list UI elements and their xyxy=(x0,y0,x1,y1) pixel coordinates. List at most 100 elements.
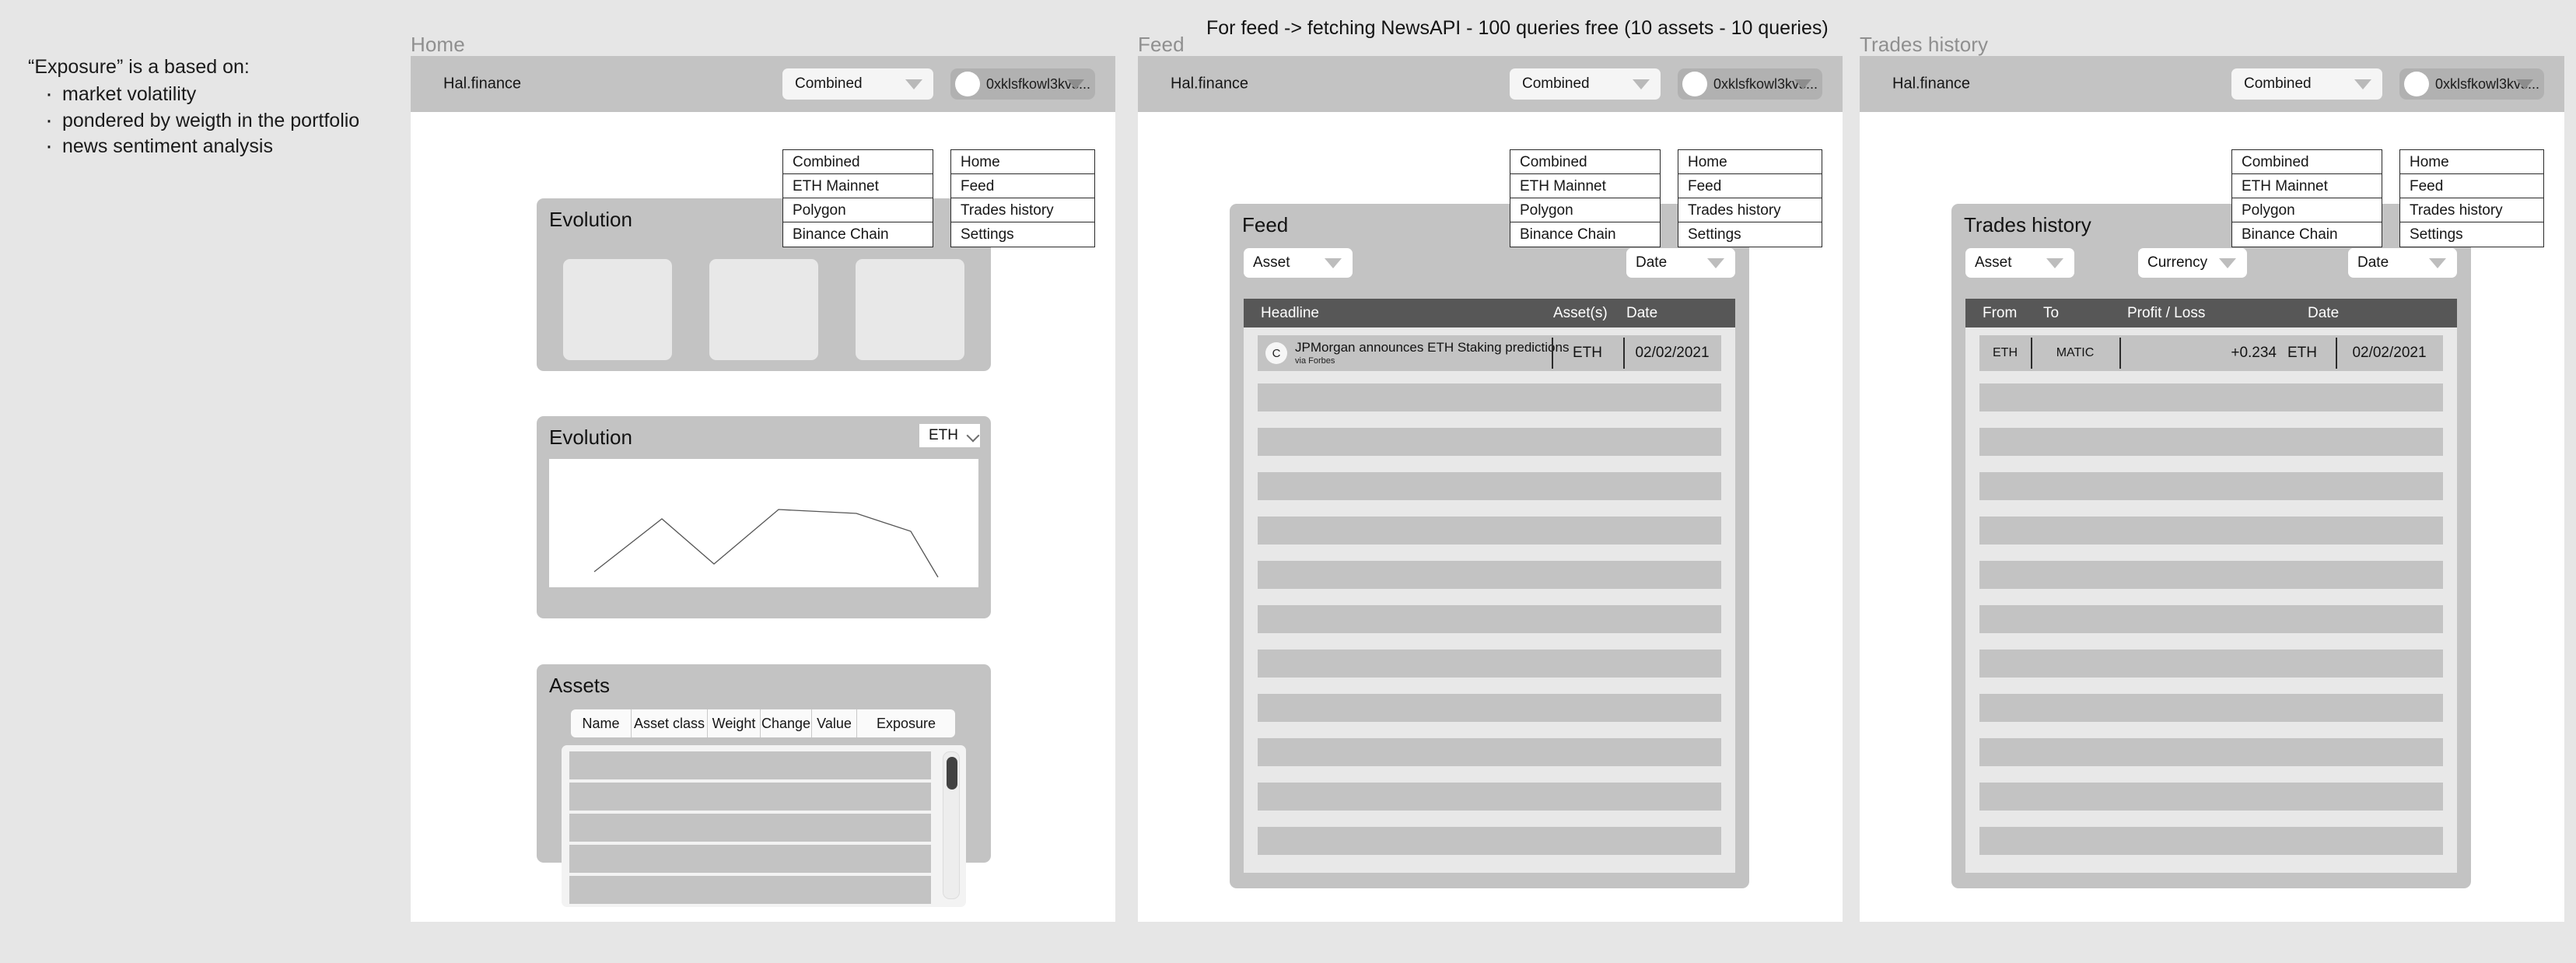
feed-row-source: via Forbes xyxy=(1295,355,1335,366)
network-menu-item-eth-mainnet[interactable]: ETH Mainnet xyxy=(1510,174,1660,198)
account-menu-item-trades-history[interactable]: Trades history xyxy=(2400,198,2543,222)
trades-filter-currency-value: Currency xyxy=(2147,254,2208,271)
trades-filter-date[interactable]: Date xyxy=(2348,248,2457,278)
feed-row-placeholder[interactable] xyxy=(1258,605,1721,633)
trades-row-placeholder[interactable] xyxy=(1979,428,2443,456)
feed-table-header: Headline Asset(s) Date xyxy=(1244,299,1735,327)
evolution-tile[interactable] xyxy=(709,259,818,360)
account-menu-item-settings[interactable]: Settings xyxy=(1678,222,1822,247)
evolution-chart-card: Evolution ETH xyxy=(537,416,991,618)
evolution-tile[interactable] xyxy=(563,259,672,360)
trades-filter-asset[interactable]: Asset xyxy=(1965,248,2074,278)
assets-row[interactable] xyxy=(569,845,931,873)
feed-filter-asset[interactable]: Asset xyxy=(1244,248,1353,278)
newsapi-annotation: For feed -> fetching NewsAPI - 100 queri… xyxy=(1206,17,1829,39)
trades-row-placeholder[interactable] xyxy=(1979,472,2443,500)
account-menu-item-trades-history[interactable]: Trades history xyxy=(951,198,1094,222)
assets-scrollbar-track[interactable] xyxy=(943,751,960,899)
feed-row-placeholder[interactable] xyxy=(1258,738,1721,766)
feed-row-placeholder[interactable] xyxy=(1258,561,1721,589)
chart-asset-select[interactable]: ETH xyxy=(919,424,980,447)
screen-feed: Hal.finance Combined 0xklsfkowl3kvs... C… xyxy=(1138,56,1843,922)
feed-table-body: C JPMorgan announces ETH Staking predict… xyxy=(1244,327,1735,873)
network-menu-item-eth-mainnet[interactable]: ETH Mainnet xyxy=(783,174,933,198)
trades-col-to: To xyxy=(2043,304,2060,321)
feed-row-placeholder[interactable] xyxy=(1258,472,1721,500)
network-menu-item-binance-chain[interactable]: Binance Chain xyxy=(783,222,933,247)
assets-row[interactable] xyxy=(569,783,931,811)
feed-row-placeholder[interactable] xyxy=(1258,694,1721,722)
network-menu-home[interactable]: Combined ETH Mainnet Polygon Binance Cha… xyxy=(782,149,933,247)
account-menu-item-feed[interactable]: Feed xyxy=(1678,174,1822,198)
assets-scrollbar-thumb[interactable] xyxy=(947,757,957,790)
feed-row-placeholder[interactable] xyxy=(1258,783,1721,811)
chevron-down-icon xyxy=(2046,258,2063,268)
assets-row[interactable] xyxy=(569,814,931,842)
account-menu-item-settings[interactable]: Settings xyxy=(951,222,1094,247)
network-select-home[interactable]: Combined xyxy=(782,68,933,100)
account-menu-item-home[interactable]: Home xyxy=(1678,150,1822,174)
chevron-down-icon xyxy=(2219,258,2236,268)
assets-row[interactable] xyxy=(569,751,931,779)
feed-row-placeholder[interactable] xyxy=(1258,827,1721,855)
account-menu-item-settings[interactable]: Settings xyxy=(2400,222,2543,247)
trades-row-placeholder[interactable] xyxy=(1979,738,2443,766)
trades-card-title: Trades history xyxy=(1964,213,2091,236)
account-menu-item-feed[interactable]: Feed xyxy=(2400,174,2543,198)
network-menu-feed[interactable]: Combined ETH Mainnet Polygon Binance Cha… xyxy=(1510,149,1661,247)
trades-table-header: From To Profit / Loss Date xyxy=(1965,299,2457,327)
account-menu-item-trades-history[interactable]: Trades history xyxy=(1678,198,1822,222)
network-select-value: Combined xyxy=(795,75,863,92)
brand-label: Hal.finance xyxy=(443,75,522,93)
assets-scroll-area[interactable] xyxy=(562,745,966,907)
feed-filter-date[interactable]: Date xyxy=(1626,248,1735,278)
account-menu-item-home[interactable]: Home xyxy=(2400,150,2543,174)
assets-row[interactable] xyxy=(569,876,931,904)
account-menu-home[interactable]: Home Feed Trades history Settings xyxy=(950,149,1095,247)
assets-col-value: Value xyxy=(812,709,857,737)
network-select-value: Combined xyxy=(2244,75,2312,92)
trades-row-placeholder[interactable] xyxy=(1979,694,2443,722)
network-menu-trades[interactable]: Combined ETH Mainnet Polygon Binance Cha… xyxy=(2231,149,2382,247)
chevron-down-icon xyxy=(1633,79,1650,89)
feed-row-headline: JPMorgan announces ETH Staking predictio… xyxy=(1295,340,1570,355)
account-select-feed[interactable]: 0xklsfkowl3kvs... xyxy=(1678,68,1822,100)
network-menu-item-eth-mainnet[interactable]: ETH Mainnet xyxy=(2232,174,2382,198)
feed-row-placeholder[interactable] xyxy=(1258,428,1721,456)
trades-row-pl-currency: ETH xyxy=(2287,345,2317,361)
trades-row-placeholder[interactable] xyxy=(1979,605,2443,633)
account-select-home[interactable]: 0xklsfkowl3kvs... xyxy=(950,68,1095,100)
network-menu-item-polygon[interactable]: Polygon xyxy=(783,198,933,222)
trades-row-placeholder[interactable] xyxy=(1979,783,2443,811)
network-menu-item-combined[interactable]: Combined xyxy=(783,150,933,174)
network-menu-item-combined[interactable]: Combined xyxy=(1510,150,1660,174)
account-menu-feed[interactable]: Home Feed Trades history Settings xyxy=(1678,149,1822,247)
feed-row-placeholder[interactable] xyxy=(1258,517,1721,545)
account-menu-item-feed[interactable]: Feed xyxy=(951,174,1094,198)
trades-row-placeholder[interactable] xyxy=(1979,650,2443,678)
account-menu-trades[interactable]: Home Feed Trades history Settings xyxy=(2399,149,2544,247)
account-menu-item-home[interactable]: Home xyxy=(951,150,1094,174)
assets-col-weight: Weight xyxy=(708,709,761,737)
trades-filter-currency[interactable]: Currency xyxy=(2138,248,2247,278)
trades-row-placeholder[interactable] xyxy=(1979,561,2443,589)
network-menu-item-binance-chain[interactable]: Binance Chain xyxy=(2232,222,2382,247)
network-menu-item-combined[interactable]: Combined xyxy=(2232,150,2382,174)
network-menu-item-binance-chain[interactable]: Binance Chain xyxy=(1510,222,1660,247)
feed-row-placeholder[interactable] xyxy=(1258,650,1721,678)
network-menu-item-polygon[interactable]: Polygon xyxy=(1510,198,1660,222)
trades-filter-asset-value: Asset xyxy=(1975,254,2012,271)
feed-row[interactable]: C JPMorgan announces ETH Staking predict… xyxy=(1258,335,1721,371)
exposure-annotation-item: news sentiment analysis xyxy=(28,131,362,162)
network-menu-item-polygon[interactable]: Polygon xyxy=(2232,198,2382,222)
trades-row[interactable]: ETH MATIC +0.234 ETH 02/02/2021 xyxy=(1979,335,2443,371)
network-select-feed[interactable]: Combined xyxy=(1510,68,1661,100)
account-select-trades[interactable]: 0xklsfkowl3kvs... xyxy=(2399,68,2544,100)
network-select-trades[interactable]: Combined xyxy=(2231,68,2382,100)
evolution-tile[interactable] xyxy=(856,259,964,360)
trades-row-placeholder[interactable] xyxy=(1979,383,2443,411)
trades-row-placeholder[interactable] xyxy=(1979,517,2443,545)
trades-row-placeholder[interactable] xyxy=(1979,827,2443,855)
feed-col-headline: Headline xyxy=(1261,304,1319,321)
feed-row-placeholder[interactable] xyxy=(1258,383,1721,411)
